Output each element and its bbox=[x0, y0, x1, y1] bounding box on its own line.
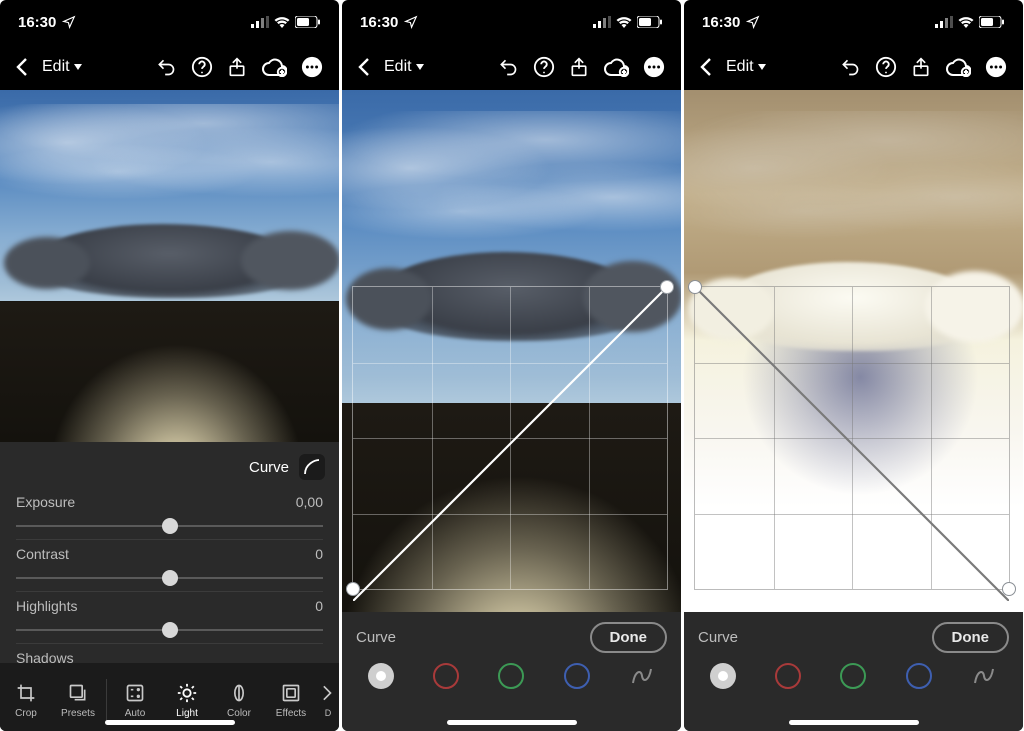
screen-curve-normal: 16:30 Edit bbox=[342, 0, 681, 731]
tab-auto[interactable]: Auto bbox=[109, 682, 161, 719]
caret-down-icon bbox=[74, 64, 82, 70]
curve-point-shadow[interactable] bbox=[346, 582, 360, 596]
help-icon[interactable] bbox=[191, 56, 213, 78]
back-icon[interactable] bbox=[358, 58, 370, 76]
curve-label: Curve bbox=[356, 629, 396, 646]
signal-icon bbox=[935, 16, 953, 28]
cloud-add-icon[interactable] bbox=[945, 57, 971, 77]
tab-color[interactable]: Color bbox=[213, 682, 265, 719]
wifi-icon bbox=[958, 16, 974, 28]
status-time: 16:30 bbox=[702, 14, 740, 31]
location-icon bbox=[746, 15, 760, 29]
undo-icon[interactable] bbox=[497, 57, 519, 77]
location-icon bbox=[404, 15, 418, 29]
channel-red[interactable] bbox=[433, 663, 459, 689]
status-bar: 16:30 bbox=[0, 0, 339, 44]
tab-crop[interactable]: Crop bbox=[0, 682, 52, 719]
tab-detail-truncated[interactable]: D bbox=[317, 682, 339, 718]
channel-parametric[interactable] bbox=[629, 663, 655, 689]
curve-button-label[interactable]: Curve bbox=[249, 459, 289, 476]
slider-contrast[interactable]: Contrast0 bbox=[0, 540, 339, 592]
edit-toolbar: Edit bbox=[684, 44, 1023, 90]
battery-icon bbox=[295, 16, 321, 28]
share-icon[interactable] bbox=[911, 56, 931, 78]
channel-parametric[interactable] bbox=[971, 663, 997, 689]
channel-selector bbox=[684, 659, 1023, 689]
curve-panel: Curve Done bbox=[684, 612, 1023, 731]
more-icon[interactable] bbox=[985, 56, 1007, 78]
light-panel: Curve Exposure0,00 Contrast0 Highlights0… bbox=[0, 442, 339, 731]
channel-blue[interactable] bbox=[564, 663, 590, 689]
photo-preview[interactable] bbox=[684, 90, 1023, 612]
channel-selector bbox=[342, 659, 681, 689]
caret-down-icon bbox=[416, 64, 424, 70]
back-icon[interactable] bbox=[16, 58, 28, 76]
tab-effects[interactable]: Effects bbox=[265, 682, 317, 719]
cloud-add-icon[interactable] bbox=[261, 57, 287, 77]
share-icon[interactable] bbox=[227, 56, 247, 78]
cloud-add-icon[interactable] bbox=[603, 57, 629, 77]
edit-menu[interactable]: Edit bbox=[42, 58, 82, 76]
more-icon[interactable] bbox=[301, 56, 323, 78]
help-icon[interactable] bbox=[533, 56, 555, 78]
curve-panel: Curve Done bbox=[342, 612, 681, 731]
curve-icon[interactable] bbox=[299, 454, 325, 480]
tab-light[interactable]: Light bbox=[161, 682, 213, 719]
home-indicator[interactable] bbox=[447, 720, 577, 725]
edit-toolbar: Edit bbox=[342, 44, 681, 90]
home-indicator[interactable] bbox=[789, 720, 919, 725]
battery-icon bbox=[979, 16, 1005, 28]
wifi-icon bbox=[616, 16, 632, 28]
channel-green[interactable] bbox=[498, 663, 524, 689]
share-icon[interactable] bbox=[569, 56, 589, 78]
curve-line[interactable] bbox=[353, 287, 667, 601]
curve-editor[interactable] bbox=[352, 286, 668, 590]
more-icon[interactable] bbox=[643, 56, 665, 78]
channel-blue[interactable] bbox=[906, 663, 932, 689]
signal-icon bbox=[593, 16, 611, 28]
curve-line[interactable] bbox=[695, 287, 1009, 601]
caret-down-icon bbox=[758, 64, 766, 70]
curve-label: Curve bbox=[698, 629, 738, 646]
home-indicator[interactable] bbox=[105, 720, 235, 725]
done-button[interactable]: Done bbox=[590, 622, 668, 653]
slider-highlights[interactable]: Highlights0 bbox=[0, 592, 339, 644]
screen-light-sliders: 16:30 Edit Cu bbox=[0, 0, 339, 731]
location-icon bbox=[62, 15, 76, 29]
undo-icon[interactable] bbox=[155, 57, 177, 77]
curve-editor[interactable] bbox=[694, 286, 1010, 590]
status-bar: 16:30 bbox=[684, 0, 1023, 44]
help-icon[interactable] bbox=[875, 56, 897, 78]
edit-menu[interactable]: Edit bbox=[384, 58, 424, 76]
curve-point-highlight[interactable] bbox=[660, 280, 674, 294]
signal-icon bbox=[251, 16, 269, 28]
channel-green[interactable] bbox=[840, 663, 866, 689]
channel-red[interactable] bbox=[775, 663, 801, 689]
battery-icon bbox=[637, 16, 663, 28]
slider-exposure[interactable]: Exposure0,00 bbox=[0, 488, 339, 540]
undo-icon[interactable] bbox=[839, 57, 861, 77]
tab-presets[interactable]: Presets bbox=[52, 682, 104, 719]
channel-luminance[interactable] bbox=[710, 663, 736, 689]
photo-preview[interactable] bbox=[0, 90, 339, 442]
screen-curve-inverted: 16:30 Edit bbox=[684, 0, 1023, 731]
edit-menu[interactable]: Edit bbox=[726, 58, 766, 76]
wifi-icon bbox=[274, 16, 290, 28]
edit-toolbar: Edit bbox=[0, 44, 339, 90]
status-time: 16:30 bbox=[18, 14, 56, 31]
channel-luminance[interactable] bbox=[368, 663, 394, 689]
photo-preview[interactable] bbox=[342, 90, 681, 612]
curve-point-highlight[interactable] bbox=[1002, 582, 1016, 596]
curve-point-shadow[interactable] bbox=[688, 280, 702, 294]
back-icon[interactable] bbox=[700, 58, 712, 76]
status-time: 16:30 bbox=[360, 14, 398, 31]
status-bar: 16:30 bbox=[342, 0, 681, 44]
done-button[interactable]: Done bbox=[932, 622, 1010, 653]
